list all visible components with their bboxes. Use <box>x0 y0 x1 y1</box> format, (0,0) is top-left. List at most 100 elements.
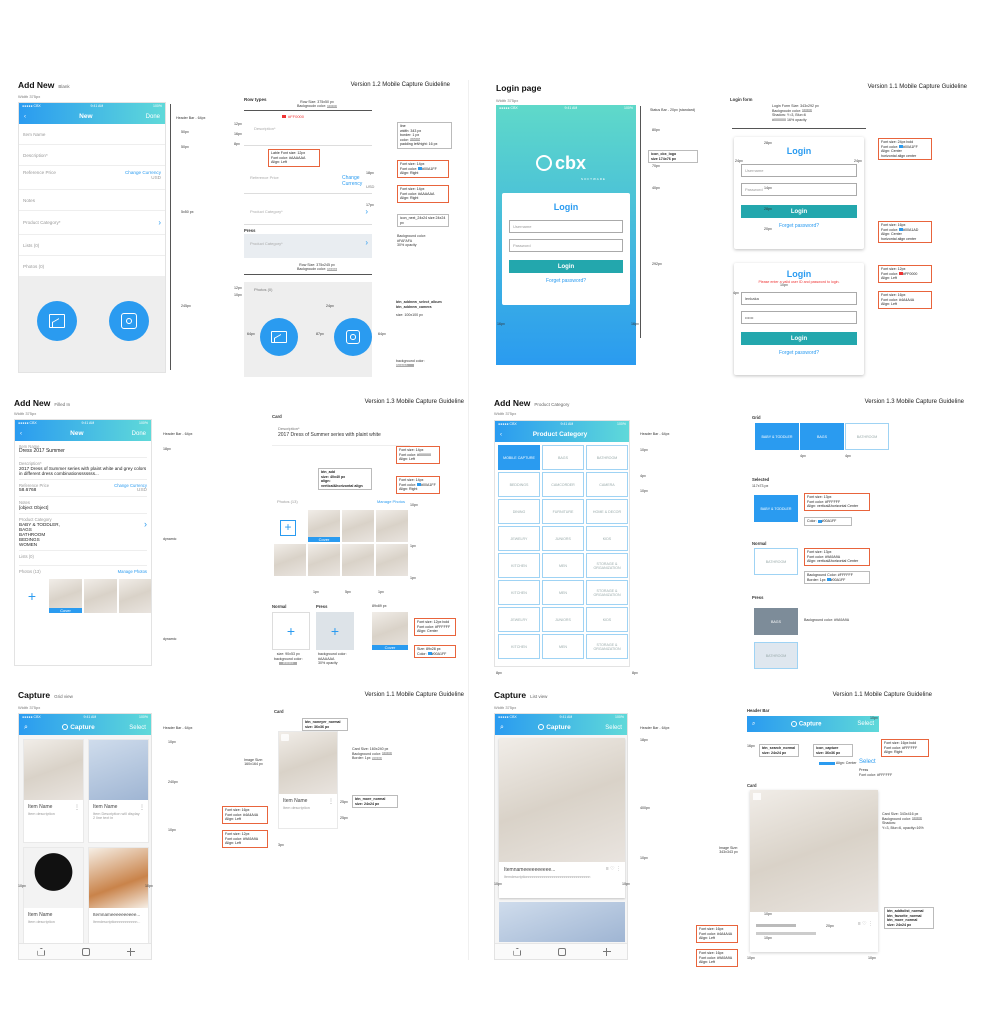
category-cell[interactable]: KIDS <box>586 526 628 551</box>
add-icon[interactable] <box>602 947 611 956</box>
product-category-row[interactable]: Product Category* › <box>19 211 165 235</box>
category-cell[interactable]: BAGS <box>542 445 584 470</box>
more-icon: ⋮ <box>74 805 80 811</box>
category-cell[interactable]: MEN <box>542 553 584 578</box>
login-button[interactable]: Login <box>509 260 623 273</box>
category-cell[interactable]: FURNITURE <box>542 499 584 524</box>
password-input[interactable]: •••••• <box>741 311 857 324</box>
search-icon[interactable]: ⌕ <box>24 724 28 732</box>
capture-list-card[interactable]: Itemnameeeeeeeeee... Itemdescriptionnnnn… <box>499 738 625 898</box>
reference-price-row[interactable]: Reference Price Change Currency USD <box>19 166 165 190</box>
note-normal-font: Font size: 13px Font color: #9A9A9A Align… <box>804 548 870 566</box>
note-error-font: Font size: 12px Font color: #FF0000 Align… <box>878 265 932 283</box>
password-input[interactable]: Password <box>509 239 623 252</box>
done-button[interactable]: Done <box>132 431 146 437</box>
price-value[interactable]: 58.6768 <box>19 488 36 493</box>
manage-photos-link[interactable]: Manage Photos <box>118 569 147 574</box>
grid-cell-press[interactable]: BAGS <box>754 608 798 635</box>
select-album-button[interactable] <box>260 318 298 356</box>
forgot-password-link[interactable]: Forget password? <box>734 223 864 229</box>
category-cell[interactable]: MEN <box>542 580 584 605</box>
grid-cell-baby-toddler[interactable]: BABY & TODDLER <box>755 423 799 450</box>
search-icon[interactable]: ⌕ <box>500 724 504 732</box>
login-button[interactable]: Login <box>741 332 857 345</box>
add-button-press[interactable]: + <box>316 612 354 650</box>
capture-card[interactable]: Item Name Item Description will display … <box>88 739 149 843</box>
camera-icon[interactable] <box>557 947 566 956</box>
category-cell[interactable]: BATHROOM <box>586 445 628 470</box>
username-input[interactable]: lenkaka <box>741 292 857 305</box>
category-cell[interactable]: STORAGE & ORGANIZATION <box>586 634 628 659</box>
item-name-row[interactable]: Item Name <box>19 124 165 145</box>
note-normal-bg: Background Color: #FFFFFF Border: 1px #00… <box>804 571 870 585</box>
camera-button[interactable] <box>334 318 372 356</box>
category-cell[interactable]: MEN <box>542 634 584 659</box>
camera-icon[interactable] <box>81 947 90 956</box>
description-value[interactable]: 2017 Dress of Summer series with plaint … <box>19 466 147 480</box>
capture-card[interactable]: Item Name Item description ⋮ <box>23 739 84 843</box>
spec-header-bar: ⌕ Capture Select <box>747 716 879 732</box>
category-cell[interactable]: KITCHEN <box>498 634 540 659</box>
login-button[interactable]: Login <box>741 205 857 218</box>
category-cell[interactable]: KITCHEN <box>498 580 540 605</box>
add-photo-button[interactable]: + <box>280 520 296 536</box>
category-cell[interactable]: KITCHEN <box>498 553 540 578</box>
back-icon[interactable]: ‹ <box>500 432 502 438</box>
category-cell[interactable]: STORAGE & ORGANIZATION <box>586 553 628 578</box>
notes-value[interactable]: [object Object] <box>19 505 147 514</box>
select-button[interactable]: Select <box>129 725 146 731</box>
spec-photos-area: Photos (13) Manage Photos + Cover <box>272 496 410 580</box>
search-icon[interactable]: ⌕ <box>752 721 755 728</box>
select-button[interactable]: Select <box>605 725 622 731</box>
note-list-name-font: Font size: 16px Font color: #4A4A4A Align… <box>696 925 738 943</box>
spec-list-card: ≡ ♡ ⋮ <box>750 790 878 952</box>
category-cell[interactable]: MOBILE CAPTURE <box>498 445 540 470</box>
category-cell[interactable]: JUNIORS <box>542 526 584 551</box>
item-name-value[interactable]: Dress 2017 Summer <box>19 449 147 458</box>
product-category-row[interactable]: BABY & TODDLER, BAGS BATHROOM BEDINGS WO… <box>19 520 147 551</box>
home-icon[interactable] <box>37 947 46 956</box>
category-cell[interactable]: BEDDINGS <box>498 472 540 497</box>
grid-cell-press-bathroom[interactable]: BATHROOM <box>754 642 798 669</box>
back-icon[interactable]: ‹ <box>24 114 26 120</box>
grid-cell-bathroom[interactable]: BATHROOM <box>845 423 889 450</box>
select-button[interactable]: Select <box>857 721 874 727</box>
username-input[interactable]: Username <box>741 164 857 177</box>
grid-cell-bags[interactable]: BAGS <box>800 423 844 450</box>
select-album-button[interactable] <box>37 301 77 341</box>
capture-card[interactable]: Itemnameeeeeeeeee... Itemdescriptionnnnn… <box>88 847 149 947</box>
description-row[interactable]: Description* <box>19 145 165 166</box>
category-cell[interactable]: HOME & DECOR <box>586 499 628 524</box>
camera-button[interactable] <box>109 301 149 341</box>
add-button-normal[interactable]: + <box>272 612 310 650</box>
category-cell[interactable]: CAMCORDER <box>542 472 584 497</box>
add-icon[interactable] <box>126 947 135 956</box>
password-input[interactable]: Password <box>741 183 857 196</box>
chevron-right-icon: › <box>158 218 161 227</box>
grid-cell-selected[interactable]: BABY & TODDLER <box>754 495 798 522</box>
note-desc-font: Font size: 14px Font color: #000000 Align… <box>396 446 440 464</box>
capture-card[interactable]: Item Name Item description <box>23 847 84 947</box>
grid-cell-normal[interactable]: BATHROOM <box>754 548 798 575</box>
tab-bar <box>19 943 151 959</box>
category-cell[interactable]: JEWELRY <box>498 526 540 551</box>
section-title-capture-grid: Capture Grid view <box>18 690 73 700</box>
back-icon[interactable]: ‹ <box>20 431 22 437</box>
category-cell[interactable]: JEWELRY <box>498 607 540 632</box>
add-photo-button[interactable]: + <box>18 579 46 613</box>
section-title-add-new: Add New Blank <box>18 80 70 90</box>
category-cell[interactable]: JUNIORS <box>542 607 584 632</box>
category-cell[interactable]: DINING <box>498 499 540 524</box>
nav-title: New <box>79 113 93 120</box>
category-cell[interactable]: KIDS <box>586 607 628 632</box>
header-bar: ●●●●● CBX 9:41 AM 100% ‹ New Done <box>19 103 165 124</box>
forgot-password-link[interactable]: Forget password? <box>734 350 864 356</box>
home-icon[interactable] <box>513 947 522 956</box>
category-cell[interactable]: STORAGE & ORGANIZATION <box>586 580 628 605</box>
done-button[interactable]: Done <box>146 114 160 120</box>
lists-row[interactable]: Lists (0) <box>19 235 165 256</box>
notes-row[interactable]: Notes <box>19 190 165 211</box>
username-input[interactable]: Username <box>509 220 623 233</box>
category-cell[interactable]: CAMERA <box>586 472 628 497</box>
forgot-password-link[interactable]: Forget password? <box>502 278 630 284</box>
